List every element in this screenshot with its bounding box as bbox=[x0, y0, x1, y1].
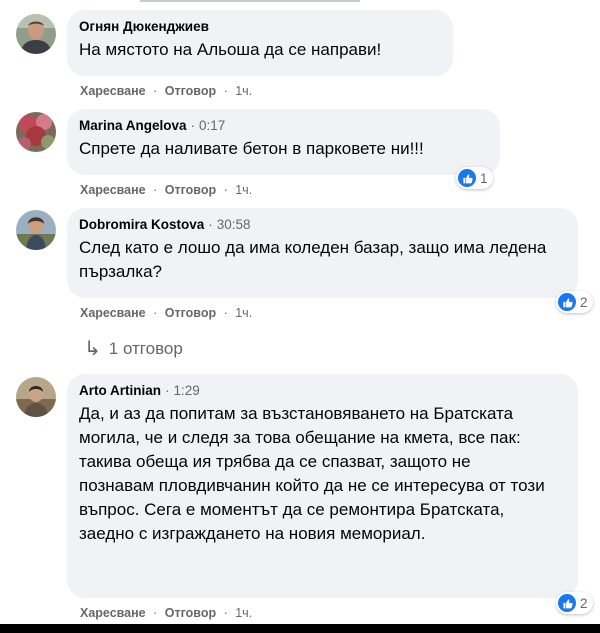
comment-text: На мястото на Альоша да се направи! bbox=[79, 40, 382, 59]
like-icon bbox=[558, 594, 576, 612]
view-replies-link[interactable]: ↳ 1 отговор bbox=[84, 336, 183, 361]
comment-author[interactable]: Marina Angelova bbox=[79, 118, 187, 133]
like-button[interactable]: Харесване bbox=[80, 84, 146, 98]
avatar[interactable] bbox=[16, 210, 56, 250]
comment-bubble: Marina Angelova · 0:17 Спрете да наливате … bbox=[67, 109, 500, 175]
comment-actions: Харесване · Отговор · 1ч. bbox=[80, 306, 253, 320]
reply-arrow-icon: ↳ bbox=[84, 338, 101, 360]
comment-author[interactable]: Arto Artinian bbox=[79, 383, 161, 398]
reply-button[interactable]: Отговор bbox=[165, 183, 216, 197]
comment-text: Спрете да наливате бетон в парковете ни!… bbox=[79, 139, 424, 158]
comment-text: След като е лошо да има коледен базар, з… bbox=[79, 238, 547, 281]
video-timestamp[interactable]: 0:17 bbox=[199, 118, 225, 133]
comment-author[interactable]: Огнян Дюкенджиев bbox=[79, 19, 209, 34]
comment-author[interactable]: Dobromira Kostova bbox=[79, 217, 204, 232]
comment-time[interactable]: 1ч. bbox=[235, 606, 252, 620]
comment-actions: Харесване · Отговор · 1ч. bbox=[80, 84, 253, 98]
avatar[interactable] bbox=[16, 377, 56, 417]
comment-time[interactable]: 1ч. bbox=[235, 306, 252, 320]
comment-time[interactable]: 1ч. bbox=[235, 84, 252, 98]
comment-bubble: Огнян Дюкенджиев На мястото на Альоша да… bbox=[67, 10, 453, 76]
like-icon bbox=[458, 169, 476, 187]
reaction-count[interactable]: 2 bbox=[556, 592, 593, 614]
reply-button[interactable]: Отговор bbox=[165, 306, 216, 320]
reaction-count[interactable]: 2 bbox=[556, 291, 593, 313]
like-icon bbox=[558, 293, 576, 311]
comment-bubble: Arto Artinian · 1:29 Да, и аз да попитам з… bbox=[67, 374, 578, 598]
previous-comment-fragment bbox=[140, 0, 360, 2]
comment-time[interactable]: 1ч. bbox=[235, 183, 252, 197]
reaction-count[interactable]: 1 bbox=[456, 167, 493, 189]
reply-button[interactable]: Отговор bbox=[165, 606, 216, 620]
like-button[interactable]: Харесване bbox=[80, 183, 146, 197]
like-button[interactable]: Харесване bbox=[80, 306, 146, 320]
like-button[interactable]: Харесване bbox=[80, 606, 146, 620]
comment-bubble: Dobromira Kostova · 30:58 След като е лошо… bbox=[67, 208, 578, 298]
bottom-edge-bar bbox=[0, 624, 600, 633]
comment-actions: Харесване · Отговор · 1ч. bbox=[80, 606, 253, 620]
comment-text: Да, и аз да попитам за възстановяването … bbox=[79, 404, 545, 543]
avatar[interactable] bbox=[16, 112, 56, 152]
video-timestamp[interactable]: 1:29 bbox=[174, 383, 200, 398]
reply-button[interactable]: Отговор bbox=[165, 84, 216, 98]
video-timestamp[interactable]: 30:58 bbox=[217, 217, 251, 232]
avatar[interactable] bbox=[16, 14, 56, 54]
comment-actions: Харесване · Отговор · 1ч. bbox=[80, 183, 253, 197]
